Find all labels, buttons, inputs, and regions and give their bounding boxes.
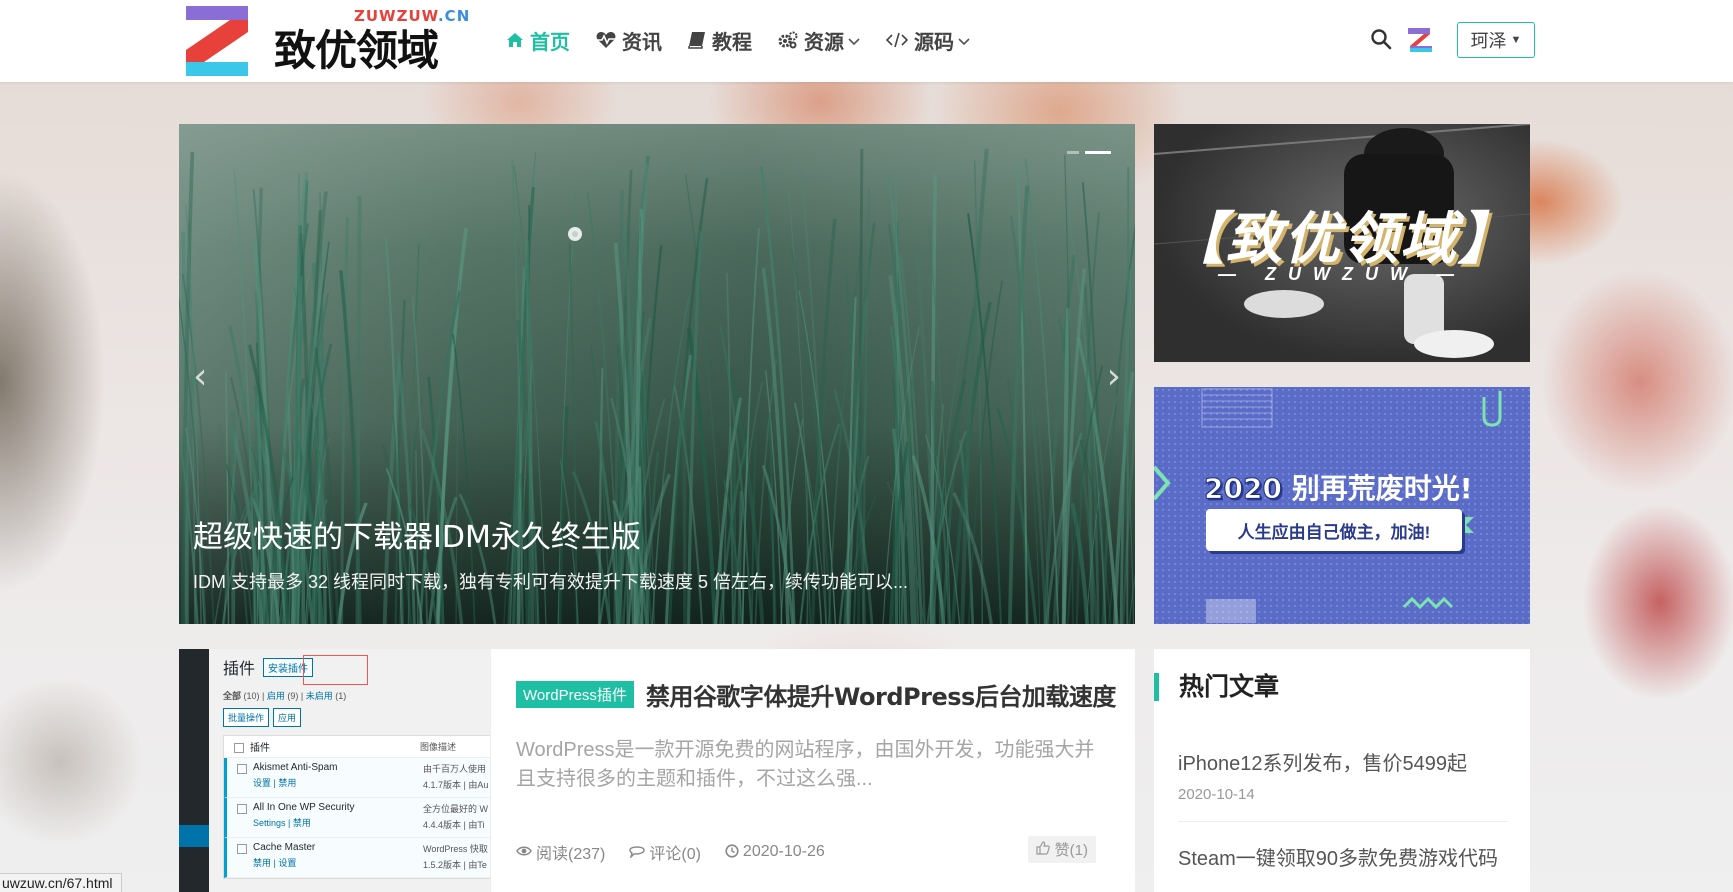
article-card: 插件 安装插件 全部 (10) | 启用 (9) | 未启用 (1) 批量操作应… — [179, 649, 1135, 892]
slider-dot-active[interactable] — [1085, 151, 1111, 154]
banner-motto-box: 人生应由自己做主，加油! — [1206, 509, 1462, 551]
thumb-highlight — [303, 655, 368, 685]
slide-title[interactable]: 超级快速的下载器IDM永久终生版 — [193, 512, 908, 556]
banner-motto-title: 2020 别再荒废时光! — [1204, 467, 1473, 507]
article-excerpt: WordPress是一款开源免费的网站程序，由国外开发，功能强大并且支持很多的主… — [516, 739, 1095, 790]
like-button[interactable]: 赞(1) — [1028, 836, 1096, 863]
search-icon[interactable] — [1370, 28, 1392, 50]
code-icon — [886, 32, 908, 48]
nav-label: 源码 — [914, 31, 954, 54]
nav-news[interactable]: 资讯 — [596, 24, 662, 56]
thumb-admin-sidebar — [179, 649, 209, 892]
logo-name: 致优领域 — [274, 26, 439, 75]
gears-icon — [778, 31, 798, 49]
browser-status-url: uwzuw.cn/67.html — [0, 873, 122, 892]
widget-title: 热门文章 — [1154, 673, 1279, 701]
slide-caption: 超级快速的下载器IDM永久终生版 IDM 支持最多 32 线程同时下载，独有专利… — [193, 512, 908, 594]
main-nav: 首页 资讯 教程 资源 源码 — [506, 24, 996, 56]
chevron-down-icon — [848, 33, 860, 49]
nav-tutorial[interactable]: 教程 — [688, 24, 752, 56]
article-meta: 阅读(237) 评论(0) 2020-10-26 赞(1) — [516, 836, 1096, 864]
list-item[interactable]: Steam一键领取90多款免费游戏代码 — [1178, 842, 1508, 889]
site-logo[interactable]: ZUWZUW.CN 致优领域 — [184, 6, 469, 76]
side-banner-motto[interactable]: 2020 别再荒废时光! 人生应由自己做主，加油! — [1154, 387, 1530, 624]
user-name: 珂泽 — [1470, 31, 1507, 51]
nav-label: 教程 — [712, 31, 752, 54]
slider-dots — [1067, 151, 1111, 154]
eye-icon — [516, 844, 532, 860]
hot-item-title[interactable]: Steam一键领取90多款免费游戏代码 — [1178, 842, 1508, 871]
meta-views: 阅读(237) — [516, 840, 605, 864]
nav-resources[interactable]: 资源 — [778, 24, 860, 56]
meta-date: 2020-10-26 — [725, 843, 825, 861]
side-banner-brand[interactable]: 【致优领域】 — ZUWZUW — — [1154, 124, 1530, 362]
nav-label: 资源 — [804, 31, 844, 54]
banner-subtitle: — ZUWZUW — — [1218, 264, 1466, 284]
comment-icon — [629, 844, 646, 861]
thumb-table: 插件 图像描述 Akismet Anti-Spam 设置 | 禁用 由千百万人使用… — [223, 735, 490, 879]
slide-desc: IDM 支持最多 32 线程同时下载，独有专利可有效提升下载速度 5 倍左右，续… — [193, 572, 909, 592]
user-menu-button[interactable]: 珂泽 ▼ — [1457, 22, 1535, 58]
avatar-z-icon[interactable] — [1404, 24, 1436, 56]
thumb-heading: 插件 — [223, 661, 256, 678]
logo-z-icon — [186, 6, 252, 76]
hot-list: iPhone12系列发布，售价5499起 2020-10-14 Steam一键领… — [1178, 747, 1508, 892]
nav-label: 资讯 — [622, 31, 662, 54]
home-icon — [506, 32, 524, 48]
site-header: ZUWZUW.CN 致优领域 首页 资讯 教程 资源 源码 珂泽 ▼ — [0, 0, 1733, 82]
article-title[interactable]: 禁用谷歌字体提升WordPress后台加载速度 — [646, 677, 1116, 712]
hero-slider[interactable]: ‹ › 超级快速的下载器IDM永久终生版 IDM 支持最多 32 线程同时下载，… — [179, 124, 1135, 624]
banner-year: 2020 — [1204, 472, 1283, 506]
nav-home[interactable]: 首页 — [506, 24, 570, 56]
article-body: WordPress插件 禁用谷歌字体提升WordPress后台加载速度 Word… — [516, 677, 1116, 794]
chevron-down-icon — [958, 33, 970, 49]
category-tag[interactable]: WordPress插件 — [516, 681, 634, 708]
heartbeat-icon — [596, 31, 616, 49]
meta-comments[interactable]: 评论(0) — [629, 840, 701, 864]
hot-item-title[interactable]: iPhone12系列发布，售价5499起 — [1178, 747, 1508, 776]
article-header: WordPress插件 禁用谷歌字体提升WordPress后台加载速度 — [516, 677, 1116, 712]
banner-title: 【致优领域】 — [1168, 207, 1516, 272]
thumbs-up-icon — [1036, 841, 1054, 859]
banner-motto-text: 别再荒废时光! — [1291, 472, 1473, 505]
hot-articles-widget: 热门文章 iPhone12系列发布，售价5499起 2020-10-14 Ste… — [1154, 649, 1530, 892]
thumb-bulk: 批量操作 应用 — [223, 708, 490, 727]
caret-down-icon: ▼ — [1510, 34, 1522, 46]
slider-dot[interactable] — [1067, 151, 1079, 154]
hot-item-date: 2020-10-14 — [1178, 786, 1255, 803]
nav-source[interactable]: 源码 — [886, 24, 970, 56]
prev-arrow-icon[interactable]: ‹ — [193, 356, 207, 397]
book-icon — [688, 31, 706, 49]
article-thumbnail[interactable]: 插件 安装插件 全部 (10) | 启用 (9) | 未启用 (1) 批量操作应… — [179, 649, 491, 892]
logo-domain: ZUWZUW.CN — [354, 7, 471, 25]
clock-icon — [725, 843, 739, 861]
list-item[interactable]: iPhone12系列发布，售价5499起 2020-10-14 — [1178, 747, 1508, 822]
thumb-filter: 全部 (10) | 启用 (9) | 未启用 (1) — [223, 691, 347, 701]
next-arrow-icon[interactable]: › — [1107, 356, 1121, 397]
nav-label: 首页 — [530, 31, 570, 54]
thumb-plugins-screen: 插件 安装插件 全部 (10) | 启用 (9) | 未启用 (1) 批量操作应… — [223, 655, 490, 879]
